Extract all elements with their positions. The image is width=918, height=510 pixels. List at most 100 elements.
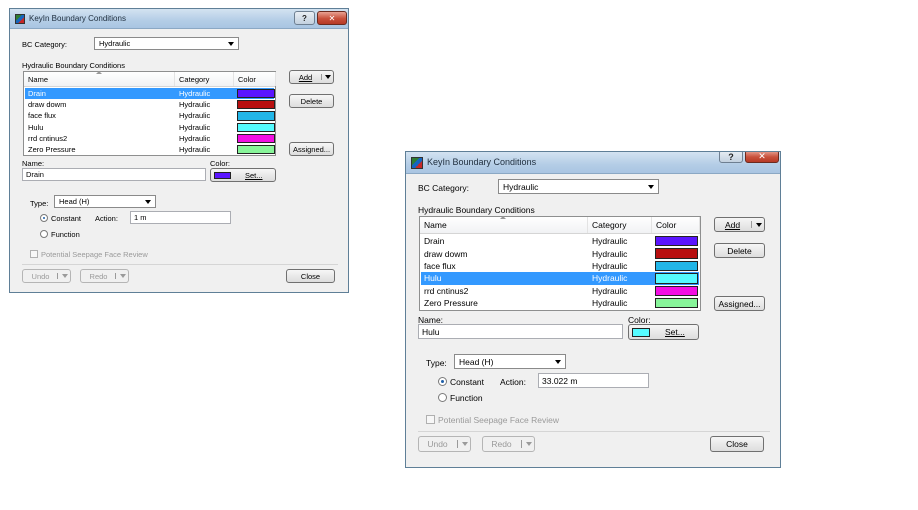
- split-separator: [521, 440, 522, 448]
- close-icon[interactable]: ✕: [745, 152, 779, 163]
- dialog-title: KeyIn Boundary Conditions: [427, 157, 537, 167]
- title-bar[interactable]: KeyIn Boundary Conditions ? ✕: [406, 152, 780, 174]
- help-icon[interactable]: ?: [294, 11, 315, 25]
- list-item-category: Hydraulic: [179, 122, 211, 132]
- name-input[interactable]: Drain: [22, 168, 206, 181]
- assigned-button[interactable]: Assigned...: [289, 142, 334, 156]
- close-button[interactable]: Close: [710, 436, 764, 452]
- list-item[interactable]: Zero Pressure Hydraulic: [25, 144, 275, 155]
- delete-button[interactable]: Delete: [289, 94, 334, 108]
- list-item-color-swatch: [655, 260, 698, 272]
- list-header: Name Category Color: [420, 216, 700, 234]
- app-icon: [411, 157, 423, 169]
- action-label: Action:: [500, 377, 526, 387]
- list-item[interactable]: draw dowm Hydraulic: [421, 247, 699, 259]
- function-radio[interactable]: [438, 393, 447, 402]
- chevron-down-icon: [462, 442, 468, 446]
- list-item-color-swatch: [655, 298, 698, 309]
- name-input[interactable]: Hulu: [418, 324, 623, 339]
- bc-category-select[interactable]: Hydraulic: [94, 37, 239, 50]
- list-item-color-swatch: [237, 122, 275, 132]
- column-header-name[interactable]: Name: [24, 71, 175, 86]
- list-item[interactable]: Hulu Hydraulic: [421, 272, 699, 285]
- list-item-color-swatch: [655, 236, 698, 247]
- seepage-checkbox[interactable]: [426, 415, 435, 424]
- undo-button[interactable]: Undo: [418, 436, 471, 452]
- boundary-conditions-list[interactable]: Name Category Color Drain Hydraulic draw d…: [419, 216, 701, 311]
- type-label: Type:: [426, 358, 447, 368]
- boundary-conditions-list[interactable]: Name Category Color Drain Hydraulic draw d…: [23, 71, 276, 156]
- split-separator: [457, 440, 458, 448]
- function-label[interactable]: Function: [450, 393, 483, 403]
- bc-category-label: BC Category:: [22, 40, 68, 49]
- list-item-category: Hydraulic: [179, 145, 211, 155]
- list-item-color-swatch: [655, 285, 698, 296]
- type-select[interactable]: Head (H): [54, 195, 156, 208]
- list-item-name: draw dowm: [28, 100, 67, 110]
- function-label[interactable]: Function: [51, 230, 80, 239]
- constant-label[interactable]: Constant: [450, 377, 484, 387]
- list-item[interactable]: Zero Pressure Hydraulic: [421, 297, 699, 309]
- constant-label[interactable]: Constant: [51, 214, 81, 223]
- constant-radio[interactable]: [40, 214, 48, 222]
- boundary-conditions-dialog-small: KeyIn Boundary Conditions ? ✕ BC Categor…: [9, 8, 349, 293]
- constant-radio[interactable]: [438, 377, 447, 386]
- chevron-down-icon: [526, 442, 532, 446]
- action-input[interactable]: 33.022 m: [538, 373, 649, 388]
- bc-category-select[interactable]: Hydraulic: [498, 179, 659, 194]
- list-item[interactable]: draw dowm Hydraulic: [25, 99, 275, 110]
- list-item[interactable]: Drain Hydraulic: [421, 235, 699, 247]
- list-header: Name Category Color: [24, 71, 276, 87]
- name-label: Name:: [22, 159, 45, 168]
- type-select[interactable]: Head (H): [454, 354, 566, 369]
- color-set-button[interactable]: Set...: [210, 168, 276, 182]
- list-item-color-swatch: [237, 111, 275, 121]
- assigned-button[interactable]: Assigned...: [714, 296, 765, 311]
- list-item[interactable]: Drain Hydraulic: [25, 88, 275, 100]
- list-item-color-swatch: [237, 145, 275, 155]
- list-item-category: Hydraulic: [592, 260, 628, 271]
- column-header-color[interactable]: Color: [652, 217, 700, 233]
- chevron-down-icon: [648, 184, 654, 189]
- type-value: Head (H): [59, 197, 90, 206]
- list-item[interactable]: face flux Hydraulic: [421, 260, 699, 272]
- list-item[interactable]: Hulu Hydraulic: [25, 122, 275, 133]
- close-icon[interactable]: ✕: [317, 11, 347, 25]
- column-header-category[interactable]: Category: [175, 72, 234, 86]
- column-header-category[interactable]: Category: [588, 217, 652, 233]
- function-radio[interactable]: [40, 230, 48, 238]
- selected-color-swatch: [214, 172, 231, 179]
- list-item[interactable]: rrd cntinus2 Hydraulic: [421, 285, 699, 297]
- action-input[interactable]: 1 m: [130, 211, 231, 224]
- bc-category-value: Hydraulic: [99, 39, 131, 48]
- add-button[interactable]: Add: [714, 217, 765, 232]
- color-set-button[interactable]: Set...: [628, 324, 699, 340]
- list-item-name: Hulu: [28, 122, 44, 132]
- chevron-down-icon: [145, 199, 151, 204]
- split-separator: [321, 74, 322, 80]
- chevron-down-icon: [62, 274, 68, 278]
- bc-category-label: BC Category:: [418, 183, 470, 193]
- list-item-category: Hydraulic: [179, 89, 211, 99]
- seepage-label: Potential Seepage Face Review: [438, 415, 559, 425]
- help-icon[interactable]: ?: [719, 152, 743, 163]
- seepage-checkbox[interactable]: [30, 250, 38, 258]
- undo-button[interactable]: Undo: [22, 269, 71, 283]
- close-button[interactable]: Close: [286, 269, 335, 283]
- list-item[interactable]: rrd cntinus2 Hydraulic: [25, 133, 275, 144]
- list-item-name: face flux: [424, 260, 456, 271]
- add-button[interactable]: Add: [289, 70, 334, 84]
- list-item-category: Hydraulic: [179, 133, 211, 143]
- list-item-name: Hulu: [424, 273, 442, 284]
- redo-button[interactable]: Redo: [80, 269, 129, 283]
- action-label: Action:: [95, 214, 118, 223]
- column-header-color[interactable]: Color: [234, 72, 276, 86]
- column-header-name[interactable]: Name: [420, 216, 588, 233]
- delete-button[interactable]: Delete: [714, 243, 765, 258]
- list-item-color-swatch: [237, 89, 275, 99]
- redo-button[interactable]: Redo: [482, 436, 535, 452]
- boundary-conditions-dialog-large: KeyIn Boundary Conditions ? ✕ BC Categor…: [405, 151, 781, 468]
- list-item[interactable]: face flux Hydraulic: [25, 110, 275, 121]
- title-bar[interactable]: KeyIn Boundary Conditions ? ✕: [10, 9, 348, 29]
- list-item-color-swatch: [237, 100, 275, 110]
